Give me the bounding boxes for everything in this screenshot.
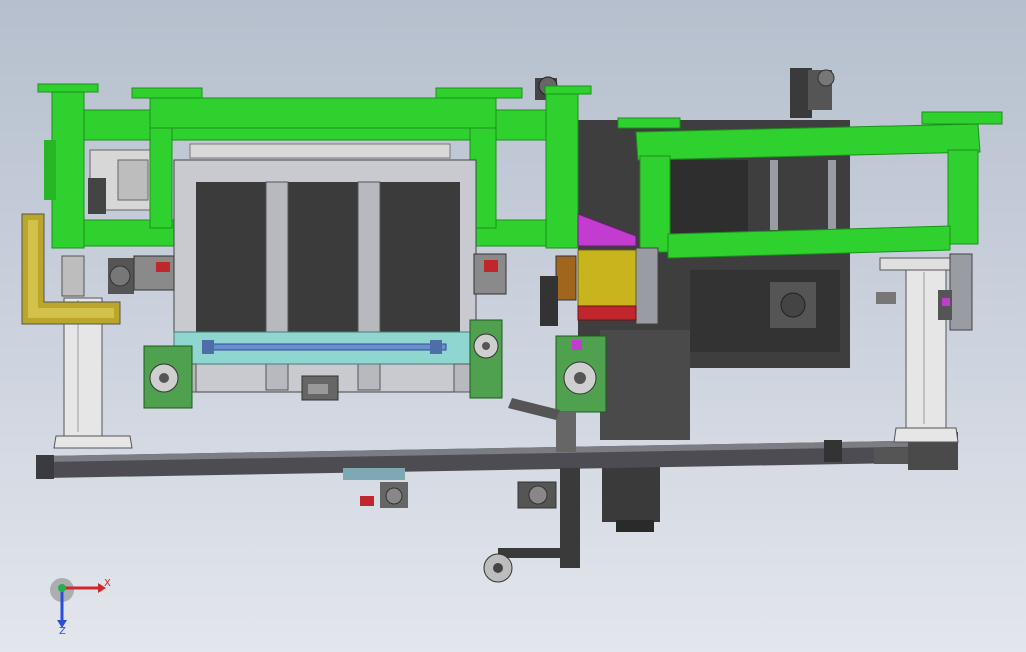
orientation-triad: X Z [50, 578, 111, 637]
y-axis-dot [58, 584, 66, 592]
cad-viewport[interactable]: X Z [0, 0, 1026, 652]
right-support-column [879, 257, 959, 443]
main-cabinet-frame [173, 159, 477, 393]
machine-assembly-model[interactable] [0, 0, 1026, 652]
x-axis-label: X [104, 578, 111, 589]
z-axis-label: Z [59, 626, 66, 637]
linear-rail-beam [36, 432, 958, 508]
